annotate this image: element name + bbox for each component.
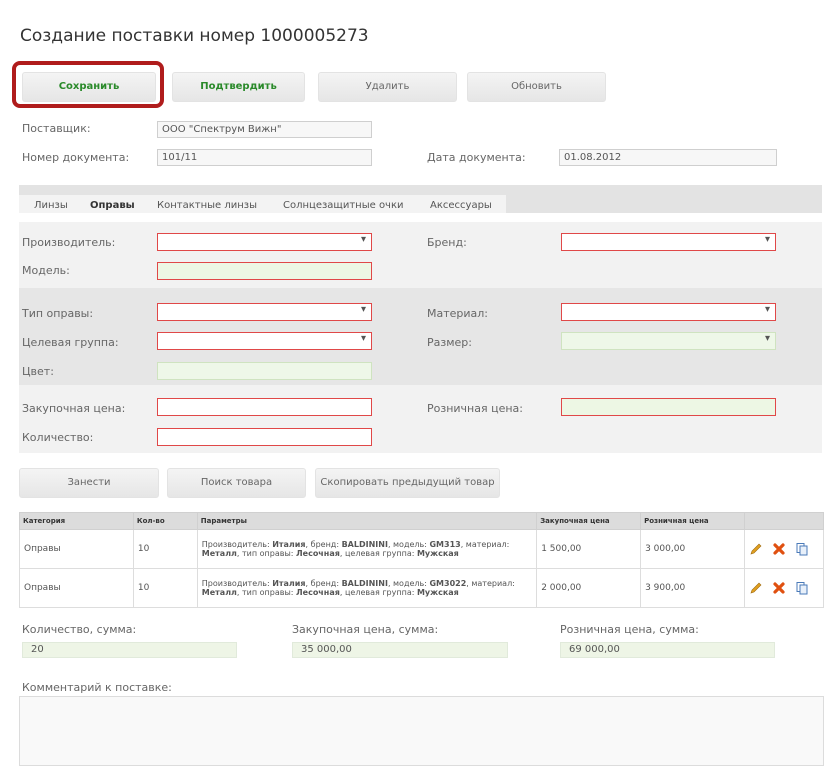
material-label: Материал: (427, 307, 489, 320)
header-actions (743, 512, 825, 530)
header-qty: Кол-во (132, 512, 198, 530)
cell-purchase: 2 000,00 (536, 568, 642, 608)
form-section-prices (19, 385, 822, 453)
size-label: Размер: (427, 336, 472, 349)
header-category: Категория (19, 512, 134, 530)
total-purchase-label: Закупочная цена, сумма: (292, 623, 439, 636)
delete-button[interactable]: Удалить (318, 72, 457, 102)
retail-price-input[interactable] (561, 398, 776, 416)
tab-contact-lenses[interactable]: Контактные линзы (157, 200, 257, 211)
copy-icon[interactable] (795, 581, 809, 595)
tab-accessories[interactable]: Аксессуары (430, 200, 492, 211)
copy-previous-button[interactable]: Скопировать предыдущий товар (315, 468, 500, 498)
manufacturer-label: Производитель: (22, 236, 116, 249)
cell-purchase: 1 500,00 (536, 529, 642, 569)
tab-frames[interactable]: Оправы (90, 200, 135, 211)
brand-select[interactable] (561, 233, 776, 251)
frame-type-select[interactable] (157, 303, 372, 321)
pencil-icon[interactable] (749, 542, 763, 556)
doc-number-label: Номер документа: (22, 151, 130, 164)
total-retail-value: 69 000,00 (560, 642, 775, 658)
target-group-select[interactable] (157, 332, 372, 350)
refresh-button[interactable]: Обновить (467, 72, 606, 102)
table-header-row: Категория Кол-во Параметры Закупочная це… (19, 512, 825, 530)
header-purchase: Закупочная цена (536, 512, 642, 530)
doc-date-label: Дата документа: (427, 151, 526, 164)
purchase-price-label: Закупочная цена: (22, 402, 126, 415)
table-row: Оправы 10 Производитель: Италия, бренд: … (19, 529, 825, 569)
total-purchase-value: 35 000,00 (292, 642, 508, 658)
frame-type-label: Тип оправы: (22, 307, 94, 320)
doc-date-field[interactable]: 01.08.2012 (559, 149, 777, 166)
delete-cross-icon[interactable] (772, 542, 786, 556)
search-product-button[interactable]: Поиск товара (167, 468, 306, 498)
cell-params: Производитель: Италия, бренд: BALDININI,… (196, 529, 538, 569)
size-select[interactable] (561, 332, 776, 350)
comment-label: Комментарий к поставке: (22, 681, 172, 694)
supplier-field[interactable]: ООО "Спектрум Вижн" (157, 121, 372, 138)
material-select[interactable] (561, 303, 776, 321)
header-params: Параметры (196, 512, 538, 530)
save-button-highlight (12, 61, 164, 108)
color-label: Цвет: (22, 365, 54, 378)
tab-lenses[interactable]: Линзы (34, 200, 68, 211)
cell-qty: 10 (132, 568, 198, 608)
cell-retail: 3 000,00 (640, 529, 745, 569)
cell-params: Производитель: Италия, бренд: BALDININI,… (196, 568, 538, 608)
copy-icon[interactable] (795, 542, 809, 556)
brand-label: Бренд: (427, 236, 467, 249)
model-input[interactable] (157, 262, 372, 280)
header-retail: Розничная цена (640, 512, 745, 530)
cell-retail: 3 900,00 (640, 568, 745, 608)
cell-actions (743, 568, 825, 608)
quantity-label: Количество: (22, 431, 94, 444)
quantity-input[interactable] (157, 428, 372, 446)
purchase-price-input[interactable] (157, 398, 372, 416)
pencil-icon[interactable] (749, 581, 763, 595)
form-section-main (19, 222, 822, 288)
manufacturer-select[interactable] (157, 233, 372, 251)
doc-number-field[interactable]: 101/11 (157, 149, 372, 166)
cell-category: Оправы (19, 529, 134, 569)
table-row: Оправы 10 Производитель: Италия, бренд: … (19, 568, 825, 608)
comment-textarea[interactable] (19, 696, 824, 766)
model-label: Модель: (22, 264, 70, 277)
total-qty-value: 20 (22, 642, 237, 658)
add-item-button[interactable]: Занести (19, 468, 159, 498)
target-group-label: Целевая группа: (22, 336, 119, 349)
retail-price-label: Розничная цена: (427, 402, 523, 415)
cell-qty: 10 (132, 529, 198, 569)
color-input[interactable] (157, 362, 372, 380)
page-title: Создание поставки номер 1000005273 (20, 26, 369, 46)
confirm-button[interactable]: Подтвердить (172, 72, 305, 102)
cell-category: Оправы (19, 568, 134, 608)
delete-cross-icon[interactable] (772, 581, 786, 595)
total-retail-label: Розничная цена, сумма: (560, 623, 699, 636)
supplier-label: Поставщик: (22, 122, 91, 135)
cell-actions (743, 529, 825, 569)
items-table: Категория Кол-во Параметры Закупочная це… (19, 512, 825, 608)
tab-sunglasses[interactable]: Солнцезащитные очки (283, 200, 404, 211)
total-qty-label: Количество, сумма: (22, 623, 137, 636)
